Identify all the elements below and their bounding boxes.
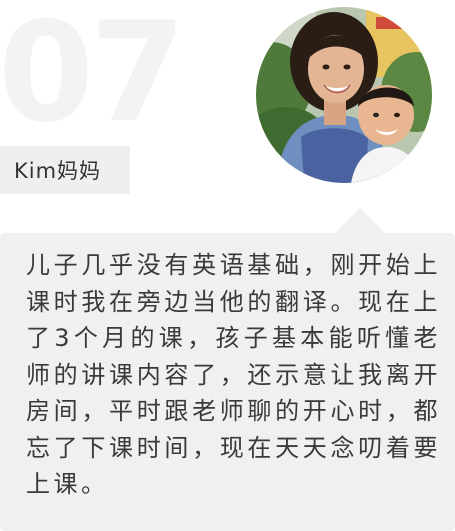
mother-and-child-photo [256, 7, 432, 183]
author-name-tag: Kim妈妈 [0, 146, 130, 194]
speech-bubble-pointer [334, 208, 386, 234]
testimonial-quote: 儿子几乎没有英语基础，刚开始上课时我在旁边当他的翻译。现在上了3个月的课，孩子基… [26, 251, 441, 498]
speech-bubble: 儿子几乎没有英语基础，刚开始上课时我在旁边当他的翻译。现在上了3个月的课，孩子基… [0, 233, 455, 531]
author-name: Kim妈妈 [14, 159, 102, 183]
testimonial-number: 07 [0, 0, 186, 153]
